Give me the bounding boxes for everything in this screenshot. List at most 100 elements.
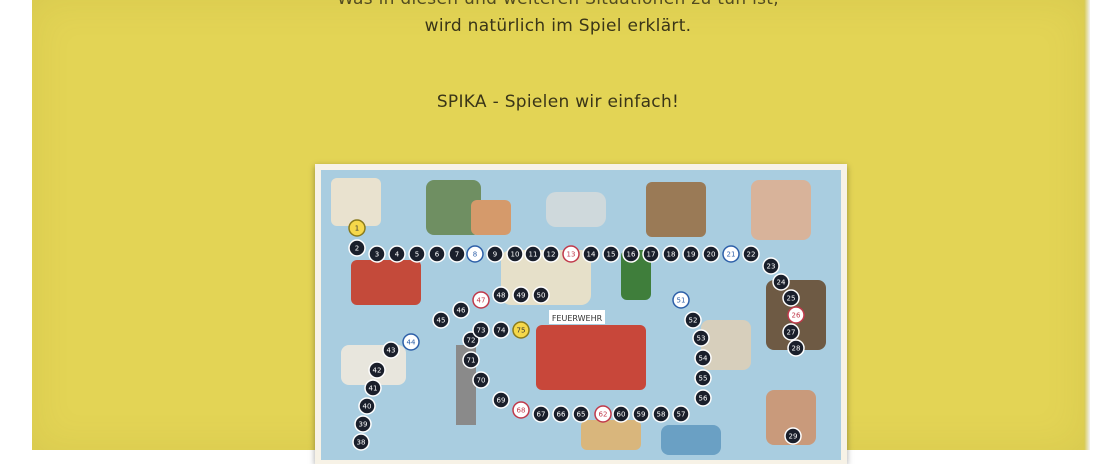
board-space-11: 11	[524, 245, 542, 263]
board-space-number: 39	[359, 421, 368, 429]
board-space-44: 44	[402, 333, 420, 351]
board-space-number: 50	[537, 292, 546, 300]
board-space-number: 24	[777, 279, 786, 287]
board-space-number: 59	[637, 411, 646, 419]
board-space-38: 38	[352, 433, 370, 451]
board-space-6: 6	[428, 245, 446, 263]
scene-bed	[331, 178, 381, 226]
board-space-number: 55	[699, 375, 708, 383]
scene-water	[661, 425, 721, 455]
board-space-number: 40	[363, 403, 372, 411]
description-text-line: wird natürlich im Spiel erklärt.	[424, 16, 692, 36]
board-space-23: 23	[762, 257, 780, 275]
board-space-number: 13	[567, 251, 576, 259]
board-space-28: 28	[787, 339, 805, 357]
board-space-12: 12	[542, 245, 560, 263]
board-space-number: 65	[577, 411, 586, 419]
board-space-7: 7	[448, 245, 466, 263]
board-space-21: 21	[722, 245, 740, 263]
board-space-number: 10	[511, 251, 520, 259]
board-space-19: 19	[682, 245, 700, 263]
board-space-2: 2	[348, 239, 366, 257]
scene-kitchen	[751, 180, 811, 240]
board-space-number: 9	[493, 251, 497, 259]
board-space-number: 21	[727, 251, 736, 259]
board-space-number: 70	[477, 377, 486, 385]
board-space-number: 68	[517, 407, 526, 415]
board-space-number: 49	[517, 292, 526, 300]
board-space-number: 53	[697, 335, 706, 343]
board-space-49: 49	[512, 286, 530, 304]
board-space-number: 12	[547, 251, 556, 259]
board-space-43: 43	[382, 341, 400, 359]
board-space-number: 72	[467, 337, 476, 345]
board-space-number: 4	[395, 251, 400, 259]
board-space-number: 47	[477, 297, 486, 305]
scene-stairs	[581, 420, 641, 450]
board-space-66: 66	[552, 405, 570, 423]
board-space-24: 24	[772, 273, 790, 291]
board-space-67: 67	[532, 405, 550, 423]
yellow-game-box: Was in diesen und weiteren Situationen z…	[32, 0, 1084, 464]
board-space-number: 27	[787, 329, 796, 337]
board-space-number: 7	[455, 251, 459, 259]
board-space-number: 66	[557, 411, 566, 419]
board-space-5: 5	[408, 245, 426, 263]
board-space-26: 26	[787, 306, 805, 324]
board-space-29: 29	[784, 427, 802, 445]
board-space-number: 75	[517, 327, 526, 335]
board-space-59: 59	[632, 405, 650, 423]
board-space-9: 9	[486, 245, 504, 263]
board-space-number: 57	[677, 411, 686, 419]
board-space-number: 3	[375, 251, 379, 259]
board-space-number: 20	[707, 251, 716, 259]
board-space-number: 52	[689, 317, 698, 325]
board-space-number: 41	[369, 385, 378, 393]
board-space-number: 1	[355, 225, 359, 233]
board-space-42: 42	[368, 361, 386, 379]
board-space-41: 41	[364, 379, 382, 397]
board-space-number: 23	[767, 263, 776, 271]
board-space-number: 18	[667, 251, 676, 259]
board-space-46: 46	[452, 301, 470, 319]
board-space-number: 16	[627, 251, 636, 259]
board-space-18: 18	[662, 245, 680, 263]
board-space-74: 74	[492, 321, 510, 339]
board-space-number: 14	[587, 251, 596, 259]
board-space-52: 52	[684, 311, 702, 329]
board-space-62: 62	[594, 405, 612, 423]
board-space-number: 8	[473, 251, 477, 259]
board-space-13: 13	[562, 245, 580, 263]
board-space-number: 69	[497, 397, 506, 405]
board-space-number: 56	[699, 395, 708, 403]
scene-children	[471, 200, 511, 235]
board-space-number: 62	[599, 411, 608, 419]
board-space-number: 5	[415, 251, 419, 259]
board-space-68: 68	[512, 401, 530, 419]
board-space-number: 38	[357, 439, 366, 447]
board-space-51: 51	[672, 291, 690, 309]
board-space-53: 53	[692, 329, 710, 347]
board-space-14: 14	[582, 245, 600, 263]
board-space-number: 6	[435, 251, 440, 259]
board-space-number: 26	[792, 312, 801, 320]
board-space-54: 54	[694, 349, 712, 367]
board-space-number: 11	[529, 251, 538, 259]
board-space-number: 73	[477, 327, 486, 335]
board-space-47: 47	[472, 291, 490, 309]
board-space-number: 25	[787, 295, 796, 303]
slogan-text: SPIKA - Spielen wir einfach!	[436, 92, 680, 112]
board-space-number: 60	[617, 411, 626, 419]
board-space-number: 48	[497, 292, 506, 300]
board-space-number: 43	[387, 347, 396, 355]
board-space-55: 55	[694, 369, 712, 387]
board-space-50: 50	[532, 286, 550, 304]
board-space-25: 25	[782, 289, 800, 307]
scene-fire-truck	[536, 325, 646, 390]
board-space-number: 74	[497, 327, 506, 335]
board-space-number: 19	[687, 251, 696, 259]
board-space-number: 45	[437, 317, 446, 325]
board-space-10: 10	[506, 245, 524, 263]
board-space-65: 65	[572, 405, 590, 423]
board-space-16: 16	[622, 245, 640, 263]
